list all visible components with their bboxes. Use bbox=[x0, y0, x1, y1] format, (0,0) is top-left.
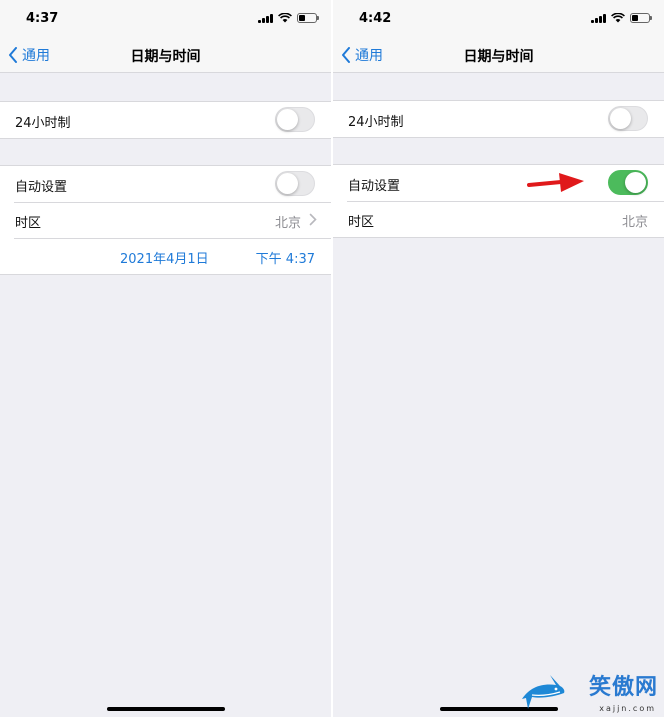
timezone-value: 北京 bbox=[621, 215, 648, 230]
signal-icon bbox=[591, 13, 606, 23]
hour24-row: 24小时制 bbox=[0, 102, 331, 138]
page-title: 日期与时间 bbox=[463, 49, 534, 65]
toggle-knob bbox=[277, 173, 298, 194]
right-screen: 4:42 通用 日期与时间 24小时制 自动设置 时区 北京 笑傲网 xajjn… bbox=[333, 0, 664, 717]
date-value[interactable]: 2021年4月1日 bbox=[120, 248, 209, 267]
battery-icon bbox=[630, 13, 652, 23]
chevron-right-icon bbox=[309, 213, 317, 226]
timezone-label: 时区 bbox=[15, 216, 42, 231]
timezone-label: 时区 bbox=[348, 215, 375, 230]
hour24-group: 24小时制 bbox=[333, 100, 664, 138]
time-value[interactable]: 下午 4:37 bbox=[256, 248, 315, 267]
timezone-row[interactable]: 时区 北京 bbox=[0, 202, 331, 238]
auto-set-row: 自动设置 bbox=[0, 166, 331, 202]
auto-set-label: 自动设置 bbox=[15, 180, 68, 195]
auto-group: 自动设置 时区 北京 bbox=[333, 164, 664, 238]
status-time: 4:37 bbox=[26, 11, 59, 26]
auto-set-label: 自动设置 bbox=[348, 179, 401, 194]
shark-logo-icon bbox=[522, 675, 565, 709]
nav-bar: 通用 日期与时间 bbox=[333, 36, 664, 73]
status-icons bbox=[258, 13, 319, 23]
status-icons bbox=[591, 13, 652, 23]
date-time-row: 2021年4月1日 下午 4:37 bbox=[0, 238, 331, 274]
toggle-knob bbox=[610, 108, 631, 129]
hour24-label: 24小时制 bbox=[348, 115, 404, 130]
status-time: 4:42 bbox=[359, 11, 392, 26]
auto-set-row: 自动设置 bbox=[333, 165, 664, 201]
page-title: 日期与时间 bbox=[130, 49, 201, 65]
toggle-knob bbox=[625, 172, 646, 193]
toggle-knob bbox=[277, 109, 298, 130]
signal-icon bbox=[258, 13, 273, 23]
auto-set-toggle[interactable] bbox=[275, 171, 315, 196]
left-screen: 4:37 通用 日期与时间 24小时制 自动设置 时区 北京 2021年4月1日… bbox=[0, 0, 331, 717]
watermark-text: 笑傲网 bbox=[588, 675, 658, 700]
watermark: 笑傲网 xajjn.com bbox=[520, 665, 660, 715]
status-bar: 4:37 bbox=[0, 0, 331, 36]
red-arrow-icon bbox=[527, 173, 584, 192]
hour24-group: 24小时制 bbox=[0, 101, 331, 139]
auto-group: 自动设置 时区 北京 2021年4月1日 下午 4:37 bbox=[0, 165, 331, 275]
hour24-toggle[interactable] bbox=[275, 107, 315, 132]
timezone-row[interactable]: 时区 北京 bbox=[333, 201, 664, 237]
hour24-row: 24小时制 bbox=[333, 101, 664, 137]
wifi-icon bbox=[278, 13, 292, 23]
nav-bar: 通用 日期与时间 bbox=[0, 36, 331, 73]
timezone-value: 北京 bbox=[274, 216, 301, 231]
status-bar: 4:42 bbox=[333, 0, 664, 36]
wifi-icon bbox=[611, 13, 625, 23]
battery-icon bbox=[297, 13, 319, 23]
hour24-label: 24小时制 bbox=[15, 116, 71, 131]
home-indicator[interactable] bbox=[106, 707, 225, 711]
hour24-toggle[interactable] bbox=[608, 106, 648, 131]
watermark-domain: xajjn.com bbox=[599, 704, 656, 713]
auto-set-toggle[interactable] bbox=[608, 170, 648, 195]
